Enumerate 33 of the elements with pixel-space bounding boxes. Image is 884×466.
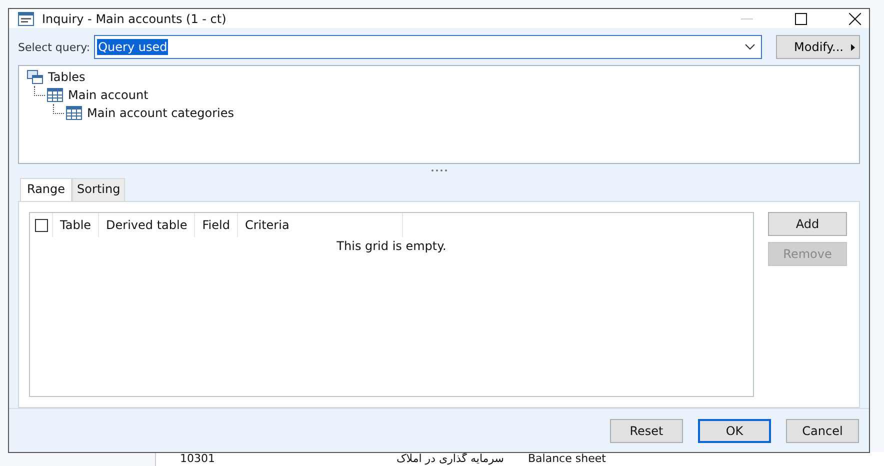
tab[interactable]: Range — [20, 178, 72, 202]
background-cell-text: Balance sheet — [527, 452, 606, 466]
dialog-button[interactable]: Reset — [610, 418, 683, 443]
caret-icon — [851, 44, 855, 51]
background-cell-text: 10301 — [179, 452, 216, 466]
tree-item[interactable]: Main account — [68, 88, 148, 102]
window-title: Inquiry - Main accounts (1 - ct) — [42, 12, 226, 26]
empty-grid-message: This grid is empty. — [336, 239, 448, 254]
splitter-grip-icon[interactable] — [431, 168, 447, 172]
query-label: Select query: — [18, 40, 90, 54]
modify-button[interactable]: Modify... — [776, 35, 860, 60]
query-dropdown[interactable]: Query used — [94, 35, 762, 60]
close-icon[interactable] — [849, 12, 861, 25]
tables-icon — [27, 70, 43, 84]
tree-item[interactable]: Tables — [48, 70, 86, 84]
column-header[interactable]: Derived table — [98, 213, 194, 238]
tree-connector — [34, 86, 45, 96]
column-header[interactable]: Table — [52, 213, 98, 238]
tree-item[interactable]: Main account categories — [87, 106, 234, 120]
column-header[interactable]: Field — [194, 213, 237, 238]
table-icon — [47, 88, 63, 102]
window-icon — [18, 12, 34, 26]
maximize-icon[interactable] — [795, 12, 807, 25]
chevron-down-icon — [745, 44, 755, 50]
dialog-button[interactable]: Cancel — [786, 418, 859, 443]
background-cell-text: سرمایه گذاری در املاک — [395, 452, 504, 466]
column-header[interactable]: Criteria — [236, 213, 403, 238]
table-icon — [66, 106, 82, 120]
tree-connector — [53, 104, 64, 114]
tab[interactable]: Sorting — [72, 178, 126, 202]
select-all-checkbox[interactable] — [34, 218, 48, 232]
grid-action-button[interactable]: Add — [768, 212, 847, 236]
dialog-button[interactable]: OK — [698, 418, 771, 443]
